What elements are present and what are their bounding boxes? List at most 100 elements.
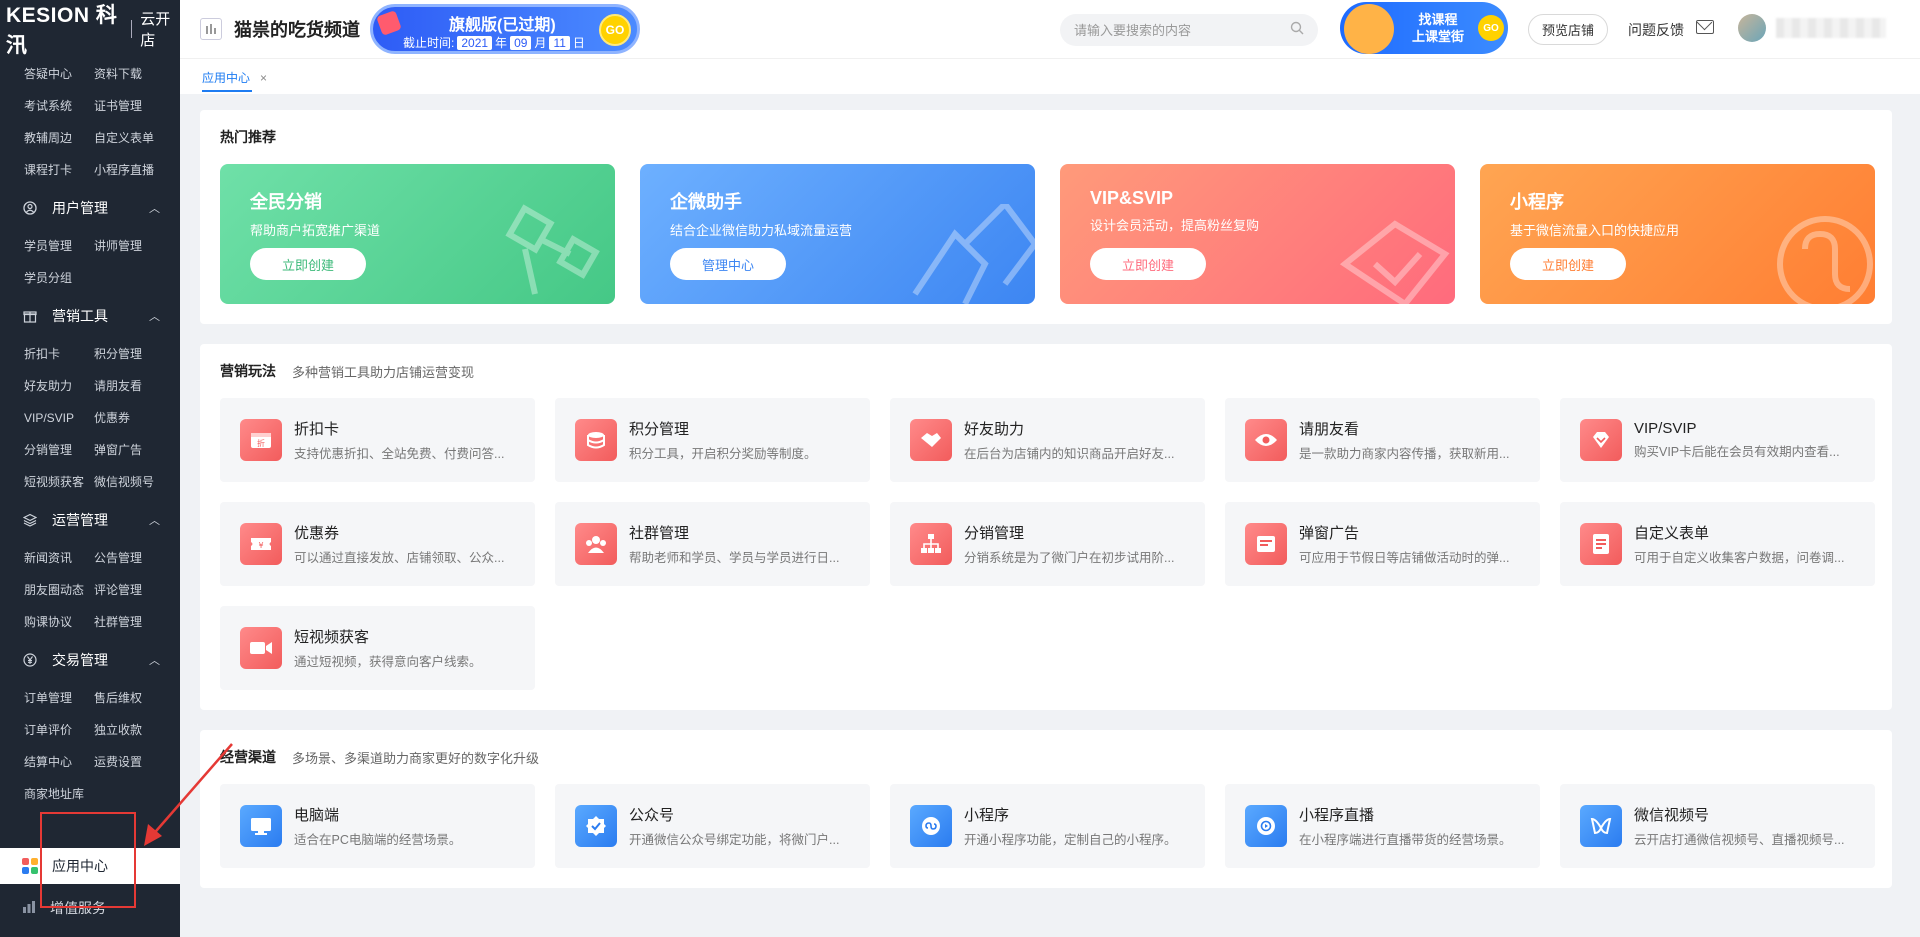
channel-wechat-video[interactable]: 微信视频号 云开店打通微信视频号、直播视频号... — [1560, 784, 1875, 868]
sidebar-item[interactable]: 折扣卡 — [24, 338, 94, 370]
hot-card-miniprogram[interactable]: 小程序 基于微信流量入口的快捷应用 立即创建 — [1480, 164, 1875, 304]
tool-name: 折扣卡 — [294, 421, 340, 438]
sidebar-item[interactable]: 朋友圈动态 — [24, 574, 94, 606]
sidebar-item[interactable]: 短视频获客 — [24, 466, 94, 498]
user-name-blurred[interactable] — [1776, 18, 1886, 38]
avatar[interactable] — [1738, 14, 1766, 42]
sidebar-group-trade[interactable]: 交易管理 ︿ — [0, 638, 180, 682]
tool-name: 优惠券 — [294, 525, 340, 542]
tool-desc: 购买VIP卡后能在会员有效期内查看... — [1634, 445, 1840, 459]
close-icon[interactable]: × — [260, 71, 267, 85]
sidebar-item[interactable]: 弹窗广告 — [94, 434, 164, 466]
sidebar-item[interactable]: 学员分组 — [24, 262, 94, 294]
sidebar-item[interactable]: 新闻资讯 — [24, 542, 94, 574]
sidebar-item[interactable]: 商家地址库 — [24, 778, 94, 810]
sidebar-item[interactable]: 分销管理 — [24, 434, 94, 466]
version-title: 旗舰版(已过期) — [449, 17, 556, 34]
tool-discount-card[interactable]: 折 折扣卡 支持优惠折扣、全站免费、付费问答... — [220, 398, 535, 482]
sidebar-item[interactable]: 教辅周边 — [24, 122, 94, 154]
network-deco-icon — [505, 204, 600, 295]
course-street-banner[interactable]: 找课程 上课堂街 GO — [1340, 2, 1508, 54]
channels-panel: 经营渠道 多场景、多渠道助力商家更好的数字化升级 电脑端 适合在PC电脑端的经营场… — [200, 730, 1892, 888]
sidebar-item[interactable]: 公告管理 — [94, 542, 164, 574]
tool-custom-form[interactable]: 自定义表单 可用于自定义收集客户数据，问卷调... — [1560, 502, 1875, 586]
sidebar-item[interactable]: 好友助力 — [24, 370, 94, 402]
tool-popup-ad[interactable]: 弹窗广告 可应用于节假日等店铺做活动时的弹... — [1225, 502, 1540, 586]
version-badge[interactable]: 旗舰版(已过期) 截止时间: 2021 年 09 月 11 日 GO — [370, 4, 640, 54]
sidebar-item[interactable]: VIP/SVIP — [24, 402, 94, 434]
sidebar-group-user[interactable]: 用户管理 ︿ — [0, 186, 180, 230]
sidebar-item[interactable]: 售后维权 — [94, 682, 164, 714]
sidebar-item[interactable]: 证书管理 — [94, 90, 164, 122]
sidebar-item[interactable]: 微信视频号 — [94, 466, 164, 498]
sidebar-item[interactable]: 小程序直播 — [94, 154, 164, 186]
sidebar-item[interactable]: 订单管理 — [24, 682, 94, 714]
sidebar-item[interactable]: 订单评价 — [24, 714, 94, 746]
panel-desc: 多场景、多渠道助力商家更好的数字化升级 — [292, 750, 540, 766]
sidebar-group-marketing[interactable]: 营销工具 ︿ — [0, 294, 180, 338]
expire-day: 11 — [549, 35, 570, 50]
hot-card-distribution[interactable]: 全民分销 帮助商户拓宽推广渠道 立即创建 — [220, 164, 615, 304]
panel-title: 营销玩法 — [220, 363, 276, 379]
sidebar-item[interactable]: 考试系统 — [24, 90, 94, 122]
sidebar-item[interactable]: 学员管理 — [24, 230, 94, 262]
tool-invite-friend[interactable]: 请朋友看 是一款助力商家内容传播，获取新用... — [1225, 398, 1540, 482]
search-icon[interactable] — [1290, 21, 1304, 40]
sidebar-item[interactable]: 社群管理 — [94, 606, 164, 638]
go-button[interactable]: GO — [599, 14, 631, 46]
sidebar-item[interactable]: 讲师管理 — [94, 230, 164, 262]
sidebar-item[interactable]: 自定义表单 — [94, 122, 164, 154]
sidebar-item[interactable]: 课程打卡 — [24, 154, 94, 186]
tool-vip[interactable]: VIP/SVIP 购买VIP卡后能在会员有效期内查看... — [1560, 398, 1875, 482]
form-icon — [1580, 523, 1622, 565]
tool-community[interactable]: 社群管理 帮助老师和学员、学员与学员进行日... — [555, 502, 870, 586]
feedback-link[interactable]: 问题反馈 — [1628, 20, 1684, 40]
tool-short-video[interactable]: 短视频获客 通过短视频，获得意向客户线索。 — [220, 606, 535, 690]
highlight-arrow — [144, 743, 233, 846]
banner-line-2: 上课堂街 — [1412, 29, 1465, 44]
mail-icon[interactable] — [1696, 20, 1714, 34]
expire-month: 09 — [510, 35, 532, 50]
channel-official-account[interactable]: 公众号 开通微信公众号绑定功能，将微门户... — [555, 784, 870, 868]
brand-sub: 云开店 — [140, 11, 171, 49]
search-input[interactable] — [1074, 22, 1290, 38]
create-button[interactable]: 立即创建 — [1090, 248, 1206, 280]
sidebar-item[interactable]: 评论管理 — [94, 574, 164, 606]
manage-center-button[interactable]: 管理中心 — [670, 248, 786, 280]
hot-card-wecom[interactable]: 企微助手 结合企业微信助力私域流量运营 管理中心 — [640, 164, 1035, 304]
sidebar-group-items: 学员管理 讲师管理 学员分组 — [0, 230, 180, 294]
tool-distribution[interactable]: 分销管理 分销系统是为了微门户在初步试用阶... — [890, 502, 1205, 586]
org-chart-icon — [910, 523, 952, 565]
preview-store-button[interactable]: 预览店铺 — [1528, 14, 1608, 45]
create-button[interactable]: 立即创建 — [250, 248, 366, 280]
butterfly-icon — [1580, 805, 1622, 847]
tab-app-center[interactable]: 应用中心 × — [202, 69, 267, 86]
top-header: 猫祟的吃货频道 旗舰版(已过期) 截止时间: 2021 年 09 月 11 日 … — [180, 0, 1920, 58]
sidebar-item[interactable]: 优惠券 — [94, 402, 164, 434]
panel-header: 热门推荐 — [220, 110, 1872, 164]
channel-pc[interactable]: 电脑端 适合在PC电脑端的经营场景。 — [220, 784, 535, 868]
sidebar-item[interactable]: 请朋友看 — [94, 370, 164, 402]
create-button[interactable]: 立即创建 — [1510, 248, 1626, 280]
tool-coupon[interactable]: ¥ 优惠券 可以通过直接发放、店铺领取、公众... — [220, 502, 535, 586]
search-box[interactable] — [1060, 14, 1318, 46]
coupon-icon: ¥ — [240, 523, 282, 565]
sidebar-item[interactable]: 答疑中心 — [24, 58, 94, 90]
tool-desc: 在小程序端进行直播带货的经营场景。 — [1299, 833, 1512, 847]
tool-points[interactable]: 积分管理 积分工具，开启积分奖励等制度。 — [555, 398, 870, 482]
sidebar-item[interactable]: 结算中心 — [24, 746, 94, 778]
tool-name: 好友助力 — [964, 421, 1025, 438]
hot-panel: 热门推荐 全民分销 帮助商户拓宽推广渠道 立即创建 企微助手 结合企业微信助力私… — [200, 110, 1892, 324]
sidebar-item[interactable]: 资料下载 — [94, 58, 164, 90]
channel-miniprogram[interactable]: 小程序 开通小程序功能，定制自己的小程序。 — [890, 784, 1205, 868]
sidebar-group-operations[interactable]: 运营管理 ︿ — [0, 498, 180, 542]
layers-icon — [22, 512, 38, 528]
tool-friend-help[interactable]: 好友助力 在后台为店铺内的知识商品开启好友... — [890, 398, 1205, 482]
sidebar-item[interactable]: 积分管理 — [94, 338, 164, 370]
live-stream-icon — [1245, 805, 1287, 847]
hot-card-vip[interactable]: VIP&SVIP 设计会员活动，提高粉丝复购 立即创建 — [1060, 164, 1455, 304]
channel-miniprogram-live[interactable]: 小程序直播 在小程序端进行直播带货的经营场景。 — [1225, 784, 1540, 868]
tab-underline — [202, 90, 252, 92]
sidebar-item[interactable]: 购课协议 — [24, 606, 94, 638]
tool-name: VIP/SVIP — [1634, 420, 1697, 437]
